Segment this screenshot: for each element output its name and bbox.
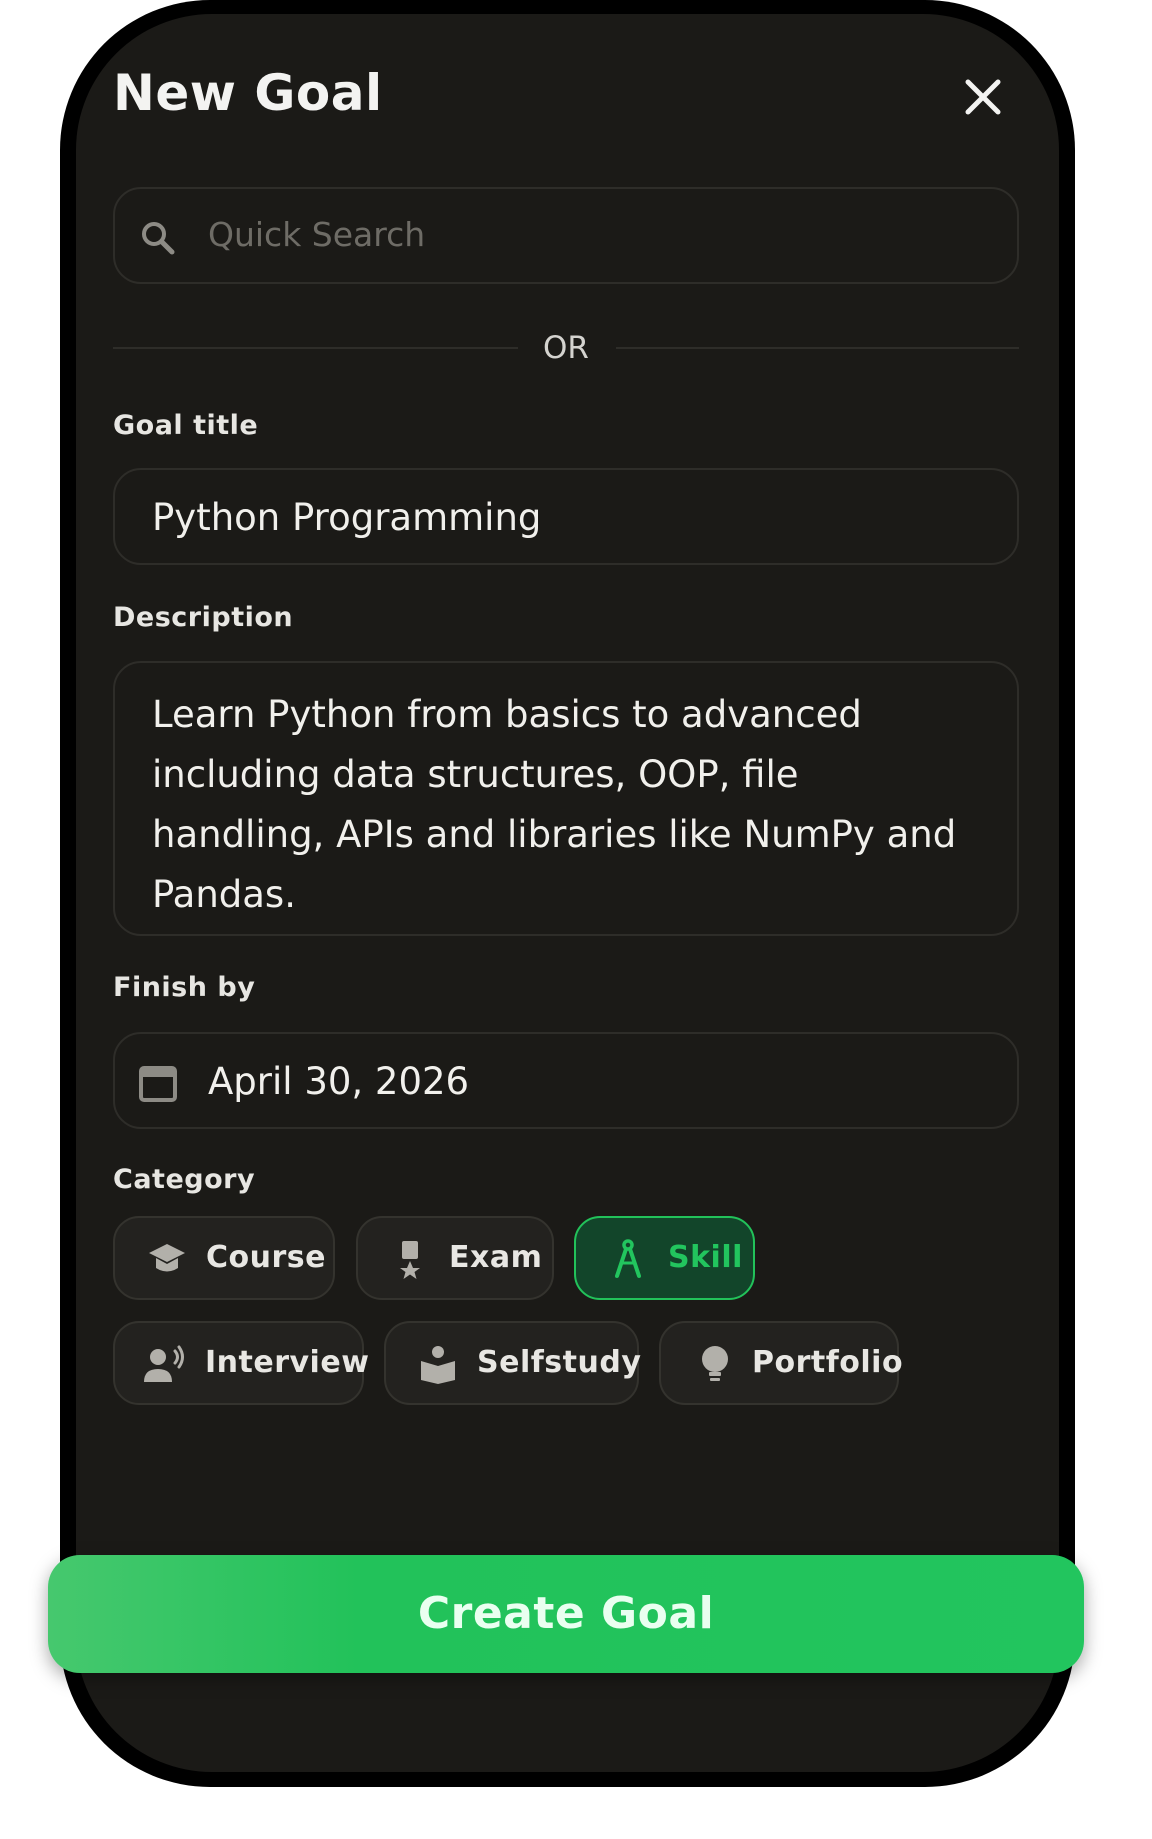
or-divider: OR	[113, 330, 1019, 366]
category-chip-portfolio[interactable]: Portfolio	[659, 1321, 903, 1405]
create-goal-button[interactable]: Create Goal	[48, 1555, 1084, 1673]
chip-label: Selfstudy	[477, 1345, 642, 1380]
reading-person-icon	[421, 1346, 455, 1384]
category-label: Category	[113, 1164, 256, 1195]
medal-icon	[400, 1241, 420, 1279]
lightbulb-icon	[702, 1346, 728, 1381]
close-icon	[965, 79, 1001, 115]
category-chip-exam[interactable]: Exam	[356, 1216, 554, 1300]
description-value: Learn Python from basics to advanced inc…	[152, 693, 957, 916]
divider-line-right	[616, 347, 1019, 349]
divider-line-left	[113, 347, 518, 349]
search-icon	[142, 222, 175, 255]
finish-date-input[interactable]: April 30, 2026	[113, 1032, 1019, 1129]
compass-icon	[615, 1239, 641, 1278]
or-text: OR	[543, 330, 589, 366]
graduation-cap-icon	[149, 1244, 185, 1272]
chip-label: Portfolio	[752, 1345, 904, 1380]
description-textarea[interactable]: Learn Python from basics to advanced inc…	[113, 661, 1019, 936]
chip-label: Exam	[449, 1240, 543, 1275]
modal-title: New Goal	[113, 64, 383, 122]
category-chip-skill[interactable]: Skill	[574, 1216, 755, 1300]
goal-title-label: Goal title	[113, 410, 259, 441]
create-goal-label: Create Goal	[417, 1588, 715, 1639]
category-chip-interview[interactable]: Interview	[113, 1321, 369, 1405]
finish-date-value: April 30, 2026	[208, 1060, 470, 1103]
description-label: Description	[113, 602, 294, 633]
goal-title-value: Python Programming	[152, 496, 542, 539]
chip-label: Course	[206, 1240, 326, 1275]
goal-title-input[interactable]: Python Programming	[113, 468, 1019, 565]
category-chip-course[interactable]: Course	[113, 1216, 335, 1300]
search-placeholder: Quick Search	[208, 215, 426, 254]
chip-label: Interview	[205, 1345, 370, 1380]
close-button[interactable]	[958, 72, 1008, 122]
finish-by-label: Finish by	[113, 972, 256, 1003]
chip-label: Skill	[668, 1240, 743, 1275]
calendar-icon	[139, 1066, 177, 1102]
search-field[interactable]: Quick Search	[113, 187, 1019, 284]
category-chip-selfstudy[interactable]: Selfstudy	[384, 1321, 642, 1405]
speaking-person-icon	[144, 1345, 184, 1382]
